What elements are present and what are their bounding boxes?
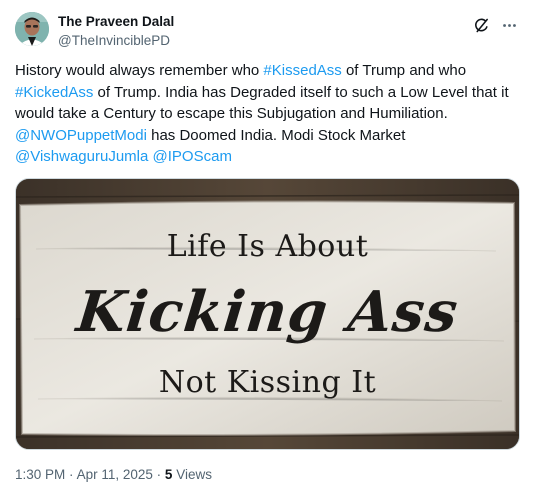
header-actions — [470, 14, 520, 36]
tweet-time[interactable]: 1:30 PM — [15, 467, 65, 482]
tweet-text: History would always remember who #Kisse… — [15, 60, 523, 168]
meta-separator: · — [156, 467, 162, 482]
hashtag-link[interactable]: #KissedAss — [263, 62, 341, 79]
sign-text-line2: Kicking Ass — [73, 279, 462, 345]
tweet-date[interactable]: Apr 11, 2025 — [77, 467, 153, 482]
display-name[interactable]: The Praveen Dalal — [58, 13, 174, 30]
tweet-text-segment: History would always remember who — [15, 62, 264, 79]
views-label: Views — [176, 467, 212, 482]
mention-link[interactable]: @IPOScam — [153, 148, 232, 165]
views-count: 5 — [164, 467, 173, 482]
meta-separator: · — [69, 467, 74, 482]
tweet-media-image[interactable]: Life Is About Kicking Ass Not Kissing It — [15, 178, 520, 450]
sign-text-line3: Not Kissing It — [158, 365, 377, 400]
mention-link[interactable]: @VishwaguruJumla — [15, 148, 148, 165]
more-horizontal-icon[interactable] — [498, 14, 520, 36]
tweet-meta: 1:30 PM · Apr 11, 2025 · 5 Views — [15, 466, 212, 484]
author-names: The Praveen Dalal @TheInvinciblePD — [58, 12, 174, 49]
avatar[interactable] — [15, 12, 49, 46]
hashtag-link[interactable]: #KickedAss — [15, 84, 93, 101]
sign-text-line1: Life Is About — [166, 229, 369, 264]
mention-link[interactable]: @NWOPuppetModi — [15, 127, 147, 144]
tweet-text-segment: has Doomed India. Modi Stock Market — [146, 126, 406, 144]
tweet-text-segment: of Trump and who — [341, 62, 467, 79]
tweet-header: The Praveen Dalal @TheInvinciblePD — [15, 12, 520, 52]
tweet-card: The Praveen Dalal @TheInvinciblePD Histo… — [0, 0, 535, 489]
grok-icon[interactable] — [470, 14, 492, 36]
user-avatar-photo-icon — [15, 12, 49, 46]
author-handle[interactable]: @TheInvinciblePD — [58, 32, 174, 49]
